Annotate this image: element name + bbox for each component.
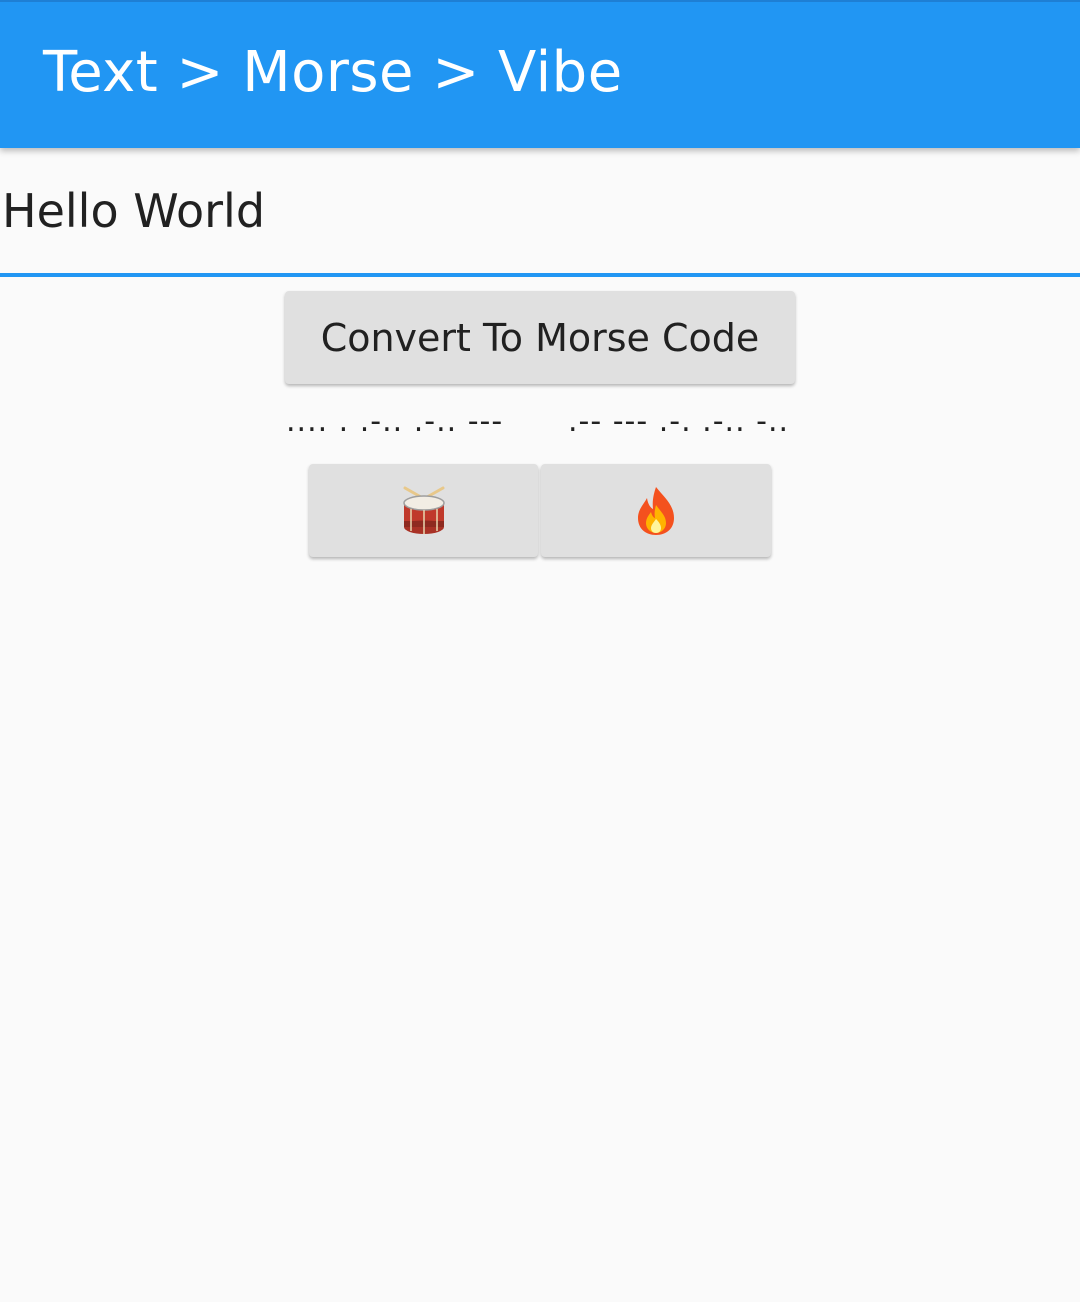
fire-icon (638, 486, 674, 535)
drum-icon (402, 486, 445, 534)
vibrate-fire-button[interactable] (541, 464, 771, 557)
morse-word-world: .-- --- .-. .-.. -.. (568, 404, 790, 439)
convert-to-morse-button[interactable]: Convert To Morse Code (285, 291, 795, 384)
text-input-value[interactable]: Hello World (2, 184, 265, 238)
morse-word-hello: .... . .-.. .-.. --- (286, 404, 504, 439)
text-input-field[interactable]: Hello World (0, 150, 1080, 277)
vibrate-drum-button[interactable] (309, 464, 538, 557)
app-bar: Text > Morse > Vibe (0, 0, 1080, 148)
app-title: Text > Morse > Vibe (43, 40, 623, 105)
